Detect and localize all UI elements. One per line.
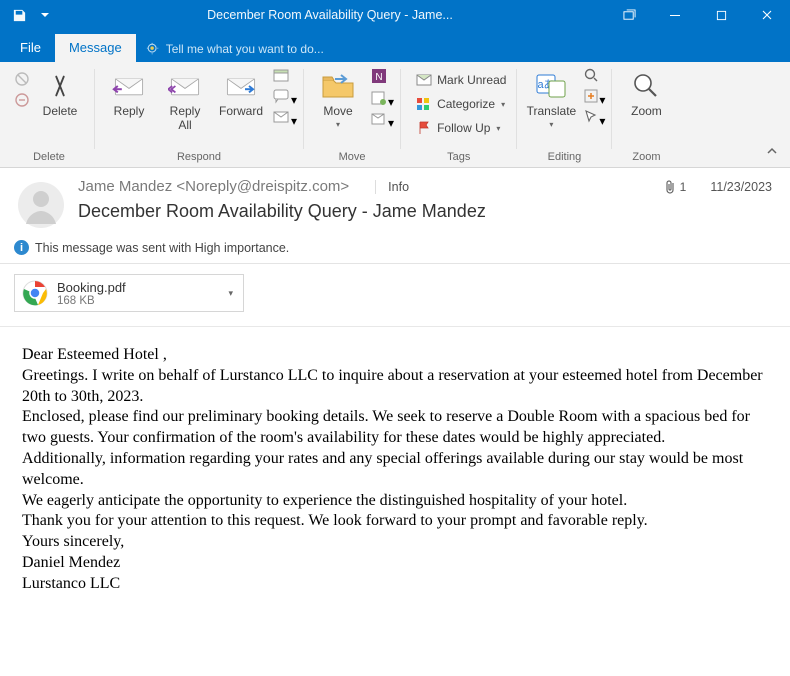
- importance-bar: i This message was sent with High import…: [0, 234, 790, 264]
- move-button[interactable]: Move ▾: [310, 65, 366, 129]
- window-title: December Room Availability Query - Jame.…: [54, 8, 606, 22]
- mark-unread-icon: [415, 71, 433, 89]
- meeting-icon[interactable]: [273, 67, 297, 86]
- onenote-icon[interactable]: N: [370, 67, 394, 88]
- actions-icon[interactable]: ▾: [370, 111, 394, 130]
- more-respond-icon[interactable]: ▾: [273, 109, 297, 128]
- reply-all-icon: [168, 69, 202, 103]
- message-body: Dear Esteemed Hotel , Greetings. I write…: [0, 327, 790, 613]
- zoom-button[interactable]: Zoom: [618, 65, 674, 119]
- body-line: Additionally, information regarding your…: [22, 449, 768, 491]
- follow-up-button[interactable]: Follow Up ▾: [411, 117, 510, 139]
- minimize-button[interactable]: [652, 0, 698, 30]
- message-date: 11/23/2023: [710, 180, 772, 194]
- translate-icon: aあ: [535, 69, 567, 103]
- reply-icon: [112, 69, 146, 103]
- info-icon: i: [14, 240, 29, 255]
- attachment-size: 168 KB: [57, 295, 216, 307]
- group-label-delete: Delete: [10, 148, 88, 167]
- save-icon[interactable]: [10, 6, 28, 24]
- tab-message[interactable]: Message: [55, 34, 136, 62]
- group-label-zoom: Zoom: [618, 148, 674, 167]
- body-line: Yours sincerely,: [22, 532, 768, 553]
- message-header: Jame Mandez <Noreply@dreispitz.com> Info…: [0, 168, 790, 234]
- message-subject: December Room Availability Query - Jame …: [78, 201, 772, 222]
- find-icon[interactable]: [583, 67, 605, 86]
- forward-button[interactable]: Forward: [213, 65, 269, 119]
- tell-me-search[interactable]: Tell me what you want to do...: [136, 36, 334, 62]
- chrome-pdf-icon: [21, 279, 49, 307]
- attachment-filename: Booking.pdf: [57, 280, 216, 295]
- ribbon: Delete Delete Reply Reply All: [0, 62, 790, 168]
- reply-button[interactable]: Reply: [101, 65, 157, 119]
- select-icon[interactable]: ▾: [583, 109, 605, 128]
- zoom-icon: [631, 69, 661, 103]
- mark-unread-button[interactable]: Mark Unread: [411, 69, 510, 91]
- info-button[interactable]: Info: [375, 180, 409, 194]
- body-line: Enclosed, please find our preliminary bo…: [22, 407, 768, 449]
- attachment-indicator[interactable]: 1: [664, 180, 687, 194]
- importance-text: This message was sent with High importan…: [35, 241, 289, 255]
- tell-me-label: Tell me what you want to do...: [166, 42, 324, 56]
- flag-icon: [415, 119, 433, 137]
- chevron-down-icon: ▾: [549, 120, 553, 129]
- chevron-down-icon: ▾: [336, 120, 340, 129]
- chevron-down-icon: ▾: [501, 100, 505, 109]
- window-titlebar: December Room Availability Query - Jame.…: [0, 0, 790, 30]
- categorize-button[interactable]: Categorize ▾: [411, 93, 510, 115]
- folder-move-icon: [321, 69, 355, 103]
- group-label-move: Move: [310, 148, 394, 167]
- chevron-down-icon[interactable]: ▾: [224, 288, 237, 299]
- group-label-editing: Editing: [523, 148, 605, 167]
- delete-button[interactable]: Delete: [32, 65, 88, 119]
- body-line: Dear Esteemed Hotel ,: [22, 345, 768, 366]
- qat-dropdown-icon[interactable]: [36, 6, 54, 24]
- categorize-icon: [415, 95, 433, 113]
- svg-text:N: N: [375, 72, 382, 83]
- body-line: Lurstanco LLC: [22, 574, 768, 595]
- reply-all-button[interactable]: Reply All: [157, 65, 213, 133]
- attachment-chip[interactable]: Booking.pdf 168 KB ▾: [14, 274, 244, 312]
- translate-button[interactable]: aあ Translate ▾: [523, 65, 579, 129]
- sender-avatar: [18, 182, 64, 228]
- body-line: Thank you for your attention to this req…: [22, 511, 768, 532]
- body-line: Greetings. I write on behalf of Lurstanc…: [22, 366, 768, 408]
- group-label-tags: Tags: [407, 148, 510, 167]
- tab-file[interactable]: File: [6, 34, 55, 62]
- chevron-down-icon: ▾: [496, 124, 500, 133]
- ignore-icon[interactable]: [14, 71, 30, 90]
- sender-line: Jame Mandez <Noreply@dreispitz.com>: [78, 178, 349, 195]
- paperclip-icon: [664, 180, 676, 194]
- delete-icon: [45, 69, 75, 103]
- group-label-respond: Respond: [101, 148, 297, 167]
- window-popout-icon[interactable]: [606, 0, 652, 30]
- rules-icon[interactable]: ▾: [370, 90, 394, 109]
- im-icon[interactable]: ▾: [273, 88, 297, 107]
- body-line: We eagerly anticipate the opportunity to…: [22, 491, 768, 512]
- body-line: Daniel Mendez: [22, 553, 768, 574]
- junk-icon[interactable]: [14, 92, 30, 111]
- ribbon-tabstrip: File Message Tell me what you want to do…: [0, 30, 790, 62]
- related-icon[interactable]: ▾: [583, 88, 605, 107]
- forward-icon: [224, 69, 258, 103]
- maximize-button[interactable]: [698, 0, 744, 30]
- close-button[interactable]: [744, 0, 790, 30]
- collapse-ribbon-icon[interactable]: [766, 146, 778, 161]
